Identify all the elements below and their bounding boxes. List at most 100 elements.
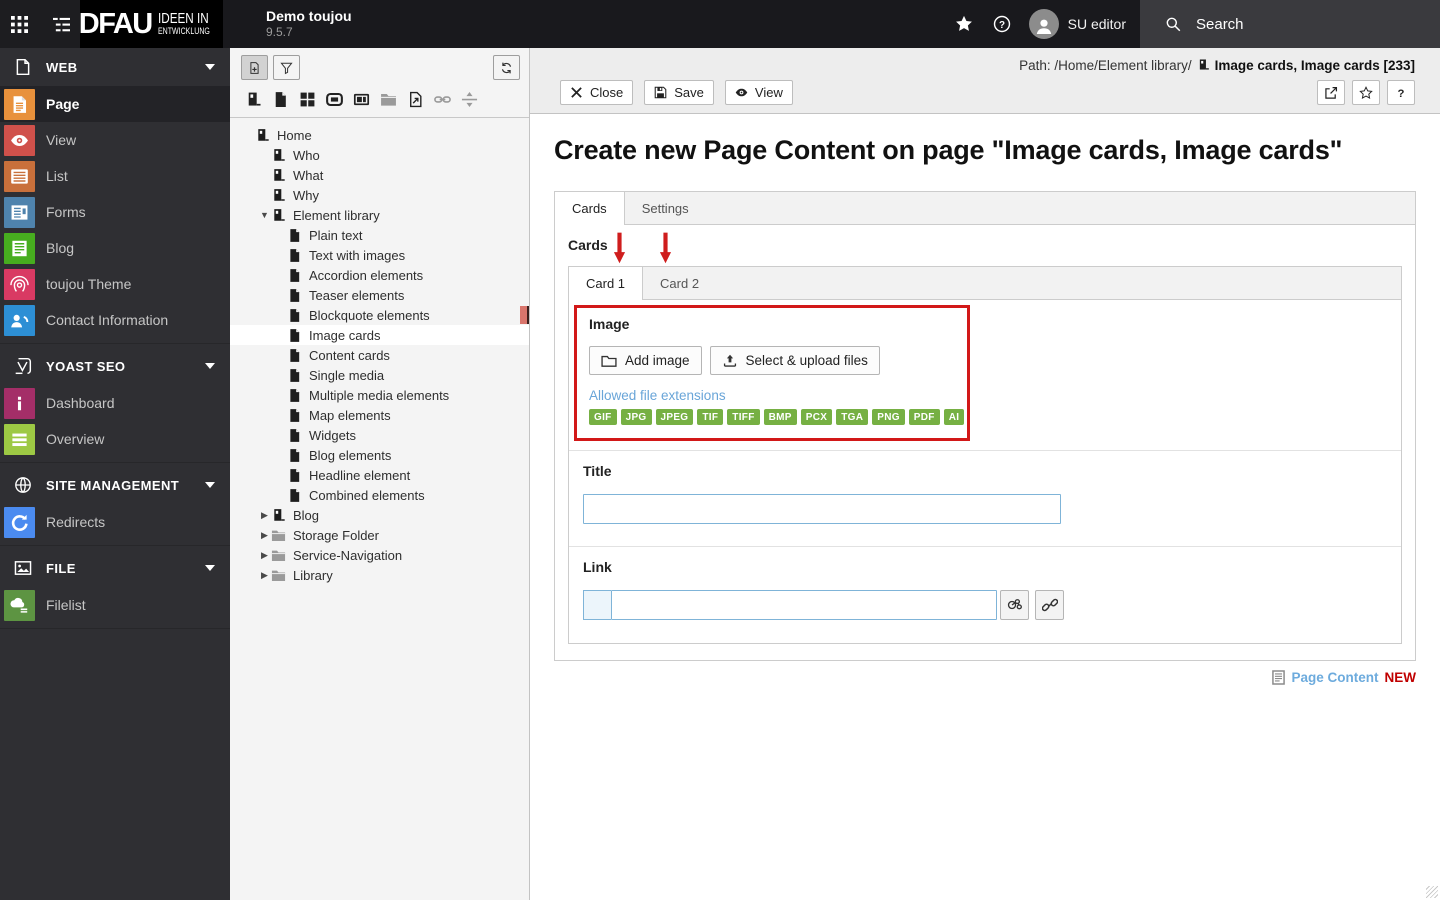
star-icon[interactable] [945, 0, 983, 48]
tree-node-who[interactable]: Who [230, 145, 529, 165]
page-tree-toggle-icon[interactable] [51, 14, 71, 34]
refresh-icon[interactable] [493, 55, 520, 80]
tree-node-home[interactable]: Home [230, 125, 529, 145]
mountpoint-icon[interactable] [326, 91, 343, 108]
sidebar-section-header-site-management[interactable]: SITE MANAGEMENT [0, 466, 230, 504]
file-ext-badge: PDF [908, 409, 940, 425]
sidebar-item-label: Forms [46, 204, 86, 220]
sidebar-item-blog[interactable]: Blog [0, 230, 230, 266]
sidebar-item-label: Filelist [46, 597, 86, 613]
add-image-button[interactable]: Add image [589, 346, 702, 375]
help-question-button[interactable]: ? [1387, 80, 1415, 105]
page-icon [271, 508, 286, 523]
blog-module-icon [4, 232, 35, 264]
link-input[interactable] [611, 590, 997, 620]
modules-grid-icon[interactable] [9, 14, 29, 34]
tree-node-blockquote-elements[interactable]: Blockquote elements [230, 305, 529, 325]
save-button[interactable]: Save [644, 80, 714, 105]
sidebar-item-list[interactable]: List [0, 158, 230, 194]
sidebar-item-toujou-theme[interactable]: toujou Theme [0, 266, 230, 302]
dfau-logo[interactable]: DFAU IDEEN IN ENTWICKLUNG [79, 0, 223, 48]
tree-node-label: Element library [293, 207, 380, 223]
global-search[interactable]: Search [1140, 0, 1440, 48]
open-new-window-icon [1324, 86, 1338, 100]
sidebar-section-site-management: SITE MANAGEMENT Redirects [0, 466, 230, 546]
tree-node-what[interactable]: What [230, 165, 529, 185]
content-area: Path: /Home/Element library/ Image cards… [530, 48, 1440, 900]
grid-page-icon[interactable] [299, 91, 316, 108]
tree-node-map-elements[interactable]: Map elements [230, 405, 529, 425]
tree-node-text-with-images[interactable]: Text with images [230, 245, 529, 265]
help-icon[interactable]: ? [983, 0, 1021, 48]
tree-node-plain-text[interactable]: Plain text [230, 225, 529, 245]
tree-node-content-cards[interactable]: Content cards [230, 345, 529, 365]
sidebar-item-forms[interactable]: Forms [0, 194, 230, 230]
tree-node-element-library[interactable]: ▼ Element library [230, 205, 529, 225]
folder-gray-icon[interactable] [380, 91, 397, 108]
sidebar-item-filelist[interactable]: Filelist [0, 587, 230, 623]
tree-node-widgets[interactable]: Widgets [230, 425, 529, 445]
tree-node-why[interactable]: Why [230, 185, 529, 205]
doc-icon [287, 288, 302, 303]
sidebar-section-file: FILE Filelist [0, 549, 230, 629]
tree-node-teaser-elements[interactable]: Teaser elements [230, 285, 529, 305]
caret-collapsed-icon[interactable]: ▶ [258, 510, 271, 521]
caret-collapsed-icon[interactable]: ▶ [258, 550, 271, 561]
path-text: Path: /Home/Element library/ [1019, 57, 1192, 73]
open-new-window-button[interactable] [1317, 80, 1345, 105]
close-button[interactable]: Close [560, 80, 634, 105]
tree-node-single-media[interactable]: Single media [230, 365, 529, 385]
tab-settings[interactable]: Settings [625, 193, 706, 224]
tree-node-combined-elements[interactable]: Combined elements [230, 485, 529, 505]
topbar-left [0, 0, 80, 48]
new-document-icon[interactable] [272, 91, 289, 108]
plugin-page-icon[interactable] [353, 91, 370, 108]
card-tabs: Card 1 Card 2 [568, 266, 1402, 300]
tab-cards[interactable]: Cards [554, 191, 625, 225]
link-browser-button[interactable] [1035, 590, 1064, 620]
tree-node-label: Teaser elements [309, 287, 405, 303]
caret-expanded-icon[interactable]: ▼ [258, 210, 271, 220]
spacer-icon[interactable] [461, 91, 478, 108]
sidebar-item-contact-information[interactable]: Contact Information [0, 302, 230, 338]
sidebar-section-header-file[interactable]: FILE [0, 549, 230, 587]
user-menu[interactable]: SU editor [1021, 9, 1140, 39]
tree-node-blog[interactable]: ▶ Blog [230, 505, 529, 525]
caret-collapsed-icon[interactable]: ▶ [258, 530, 271, 541]
bookmark-star-button[interactable] [1352, 80, 1380, 105]
sidebar-item-page[interactable]: Page [0, 86, 230, 122]
tree-node-image-cards[interactable]: Image cards [230, 325, 529, 345]
sidebar-item-dashboard[interactable]: Dashboard [0, 385, 230, 421]
chevron-down-icon [205, 480, 215, 491]
tab-card-2[interactable]: Card 2 [643, 268, 716, 299]
tree-node-blog-elements[interactable]: Blog elements [230, 445, 529, 465]
sidebar-item-redirects[interactable]: Redirects [0, 504, 230, 540]
shortcut-page-icon[interactable] [407, 91, 424, 108]
sidebar-section-header-yoast-seo[interactable]: YOAST SEO [0, 347, 230, 385]
view-button[interactable]: View [724, 80, 793, 105]
resize-grip[interactable] [1426, 886, 1438, 898]
caret-collapsed-icon[interactable]: ▶ [258, 570, 271, 581]
sidebar-item-label: toujou Theme [46, 276, 132, 292]
title-field-row: Title [569, 450, 1401, 546]
title-input[interactable] [583, 494, 1061, 524]
tree-node-service-navigation[interactable]: ▶ Service-Navigation [230, 545, 529, 565]
tree-node-headline-element[interactable]: Headline element [230, 465, 529, 485]
external-link-icon[interactable] [434, 91, 451, 108]
tab-card-1[interactable]: Card 1 [568, 266, 644, 300]
tree-node-accordion-elements[interactable]: Accordion elements [230, 265, 529, 285]
tree-node-library[interactable]: ▶ Library [230, 565, 529, 585]
door-page-icon[interactable] [245, 91, 262, 108]
new-page-icon[interactable] [241, 55, 268, 80]
tree-node-multiple-media-elements[interactable]: Multiple media elements [230, 385, 529, 405]
sidebar-section-header-web[interactable]: WEB [0, 48, 230, 86]
avatar-icon [1028, 9, 1059, 39]
link-wizard-button[interactable] [1000, 590, 1029, 620]
select-upload-files-button[interactable]: Select & upload files [709, 346, 880, 375]
sidebar-item-view[interactable]: View [0, 122, 230, 158]
tree-node-storage-folder[interactable]: ▶ Storage Folder [230, 525, 529, 545]
yoast-icon [14, 357, 32, 375]
tree-node-label: Storage Folder [293, 527, 379, 543]
filter-icon[interactable] [273, 55, 300, 80]
sidebar-item-overview[interactable]: Overview [0, 421, 230, 457]
